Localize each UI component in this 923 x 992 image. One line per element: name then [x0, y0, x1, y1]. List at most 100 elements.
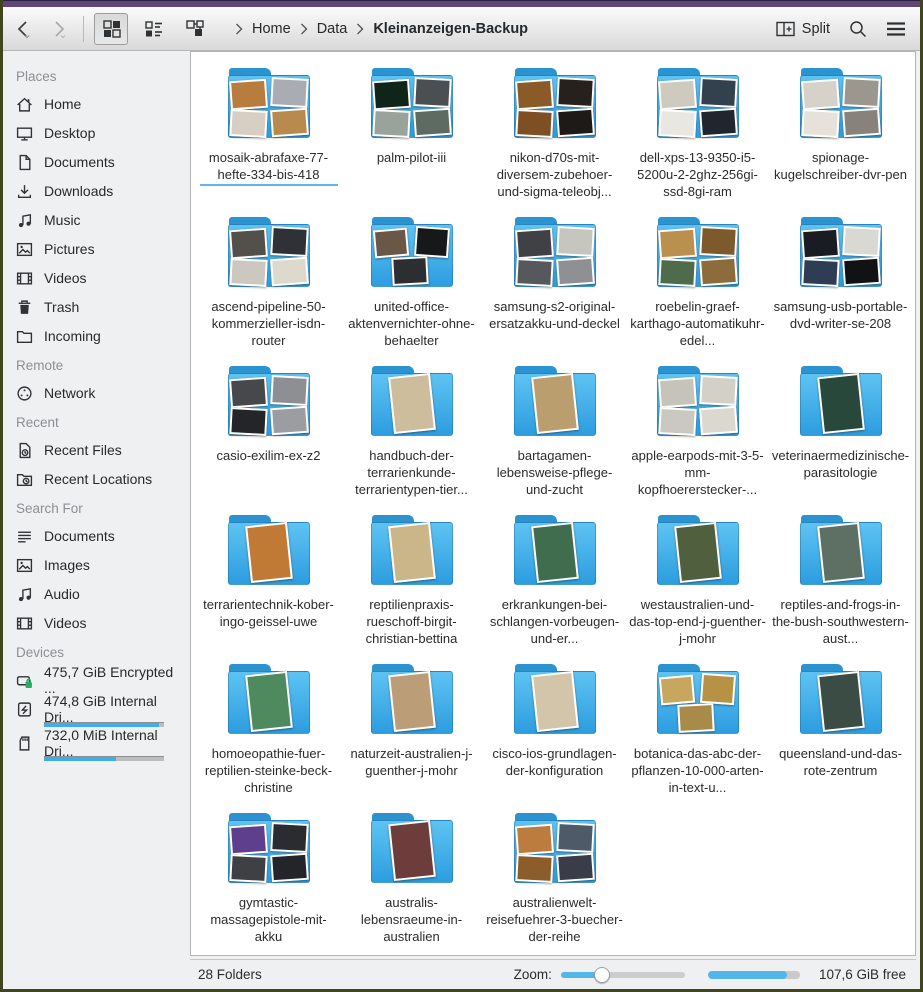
music-icon — [15, 585, 34, 604]
sidebar-item-videos[interactable]: Videos — [15, 610, 186, 636]
folder-item[interactable]: terrarientechnik-kober-ingo-geissel-uwe — [197, 512, 340, 661]
split-icon — [776, 21, 795, 37]
folder-icon — [222, 68, 316, 142]
breadcrumb-current[interactable]: Kleinanzeigen-Backup — [369, 18, 532, 40]
folder-item[interactable]: reptilienpraxis-rueschoff-birgit-christi… — [340, 512, 483, 661]
zoom-slider-handle[interactable] — [594, 967, 610, 983]
thumbnail-photo — [515, 824, 554, 856]
sidebar-item-label: Videos — [44, 615, 87, 631]
sidebar-item-music[interactable]: Music — [15, 207, 186, 233]
folder-item[interactable]: reptiles-and-frogs-in-the-bush-southwest… — [769, 512, 912, 661]
sidebar-item-label: 475,7 GiB Encrypted ... — [44, 664, 186, 696]
sidebar-item-pictures[interactable]: Pictures — [15, 236, 186, 262]
thumbnail-photo — [372, 109, 410, 138]
sidebar-item-audio[interactable]: Audio — [15, 581, 186, 607]
sidebar-item-incoming[interactable]: Incoming — [15, 323, 186, 349]
thumbnail-photo — [388, 820, 436, 881]
sidebar-item-475-7-gib-encrypted[interactable]: 475,7 GiB Encrypted ... — [15, 667, 186, 693]
forward-button[interactable] — [49, 15, 69, 43]
hamburger-menu-icon[interactable] — [886, 21, 906, 37]
thumbnail-photo — [229, 377, 268, 409]
tree-view-button[interactable] — [178, 13, 212, 45]
free-space-bar — [708, 971, 800, 979]
sidebar-item-label: Home — [44, 96, 81, 112]
sidebar-item-recent-files[interactable]: Recent Files — [15, 437, 186, 463]
encrypted-drive-icon — [15, 671, 34, 690]
folder-item[interactable]: ascend-pipeline-50-kommerzieller-isdn-ro… — [197, 214, 340, 363]
details-view-button[interactable] — [136, 13, 170, 45]
folder-icon — [15, 327, 34, 346]
folder-icon — [222, 366, 316, 440]
folder-item[interactable]: samsung-s2-original-ersatzakku-und-decke… — [483, 214, 626, 363]
folder-item[interactable]: handbuch-der-terrarienkunde-terrarientyp… — [340, 363, 483, 512]
thumbnail-photo — [372, 79, 411, 111]
thumbnail-photo — [388, 373, 436, 434]
folder-item[interactable]: australienwelt-reisefuehrer-3-buecher-de… — [483, 810, 626, 956]
sidebar-item-label: Documents — [44, 528, 115, 544]
sidebar-item-documents[interactable]: Documents — [15, 149, 186, 175]
folder-item[interactable]: dell-xps-13-9350-i5-5200u-2-2ghz-256gi-s… — [626, 65, 769, 214]
folder-item[interactable]: roebelin-graef-karthago-automatikuhr-ede… — [626, 214, 769, 363]
folder-item[interactable]: spionage-kugelschreiber-dvr-pen — [769, 65, 912, 214]
thumbnail-photo — [229, 824, 268, 856]
sidebar-item-desktop[interactable]: Desktop — [15, 120, 186, 146]
sidebar-item-documents[interactable]: Documents — [15, 523, 186, 549]
sidebar-item-network[interactable]: Network — [15, 380, 186, 406]
sidebar-item-474-8-gib-internal-dri[interactable]: 474,8 GiB Internal Dri... — [15, 696, 186, 722]
folder-item[interactable]: united-office-aktenvernichter-ohne-behae… — [340, 214, 483, 363]
folder-item[interactable]: samsung-usb-portable-dvd-writer-se-208 — [769, 214, 912, 363]
recent-file-icon — [15, 441, 34, 460]
folder-item[interactable]: gymtastic-massagepistole-mit-akku — [197, 810, 340, 956]
folder-item[interactable]: australis-lebensraeume-in-australien — [340, 810, 483, 956]
back-button[interactable] — [13, 15, 33, 43]
folder-item[interactable]: bartagamen-lebensweise-pflege-und-zucht — [483, 363, 626, 512]
folder-icon — [794, 664, 888, 738]
status-bar: 28 Folders Zoom: 107,6 GiB free — [190, 959, 916, 989]
breadcrumb-home[interactable]: Home — [248, 18, 295, 40]
folder-item[interactable]: naturzeit-australien-j-guenther-j-mohr — [340, 661, 483, 810]
thumbnail-photo — [413, 226, 449, 258]
folder-icon — [365, 813, 459, 887]
sidebar-item-images[interactable]: Images — [15, 552, 186, 578]
thumbnail-photo — [270, 853, 309, 883]
thumbnail-photo — [556, 257, 595, 287]
thumbnail-photo — [270, 822, 308, 853]
sidebar-item-videos[interactable]: Videos — [15, 265, 186, 291]
folder-item[interactable]: westaustralien-und-das-top-end-j-guenthe… — [626, 512, 769, 661]
zoom-slider[interactable] — [561, 967, 685, 983]
folder-item[interactable]: casio-exilim-ex-z2 — [197, 363, 340, 512]
folder-item[interactable]: nikon-d70s-mit-diversem-zubehoer-und-sig… — [483, 65, 626, 214]
icons-view-button[interactable] — [94, 13, 128, 45]
thumbnail-photo — [842, 77, 880, 108]
folder-item[interactable]: erkrankungen-bei-schlangen-vorbeugen-und… — [483, 512, 626, 661]
folder-item[interactable]: apple-earpods-mit-3-5-mm-kopfhoerersteck… — [626, 363, 769, 512]
folder-item[interactable]: cisco-ios-grundlagen-der-konfiguration — [483, 661, 626, 810]
sidebar-item-732-0-mib-internal-dri[interactable]: 732,0 MiB Internal Dri... — [15, 730, 186, 756]
folder-item[interactable]: veterinaermedizinische-parasitologie — [769, 363, 912, 512]
folder-item[interactable]: mosaik-abrafaxe-77-hefte-334-bis-418 — [197, 65, 340, 214]
folder-item[interactable]: botanica-das-abc-der-pflanzen-10-000-art… — [626, 661, 769, 810]
folder-item[interactable]: palm-pilot-iii — [340, 65, 483, 214]
sidebar-item-downloads[interactable]: Downloads — [15, 178, 186, 204]
folder-name: erkrankungen-bei-schlangen-vorbeugen-und… — [486, 596, 624, 647]
chevron-right-icon — [300, 23, 308, 35]
sidebar-item-trash[interactable]: Trash — [15, 294, 186, 320]
network-icon — [15, 384, 34, 403]
thumbnail-photo — [388, 671, 436, 732]
folder-item[interactable]: homoeopathie-fuer-reptilien-steinke-beck… — [197, 661, 340, 810]
folder-icon — [365, 68, 459, 142]
sidebar-item-home[interactable]: Home — [15, 91, 186, 117]
film-icon — [15, 614, 34, 633]
search-icon[interactable] — [848, 19, 868, 39]
sidebar-item-recent-locations[interactable]: Recent Locations — [15, 466, 186, 492]
breadcrumb-data[interactable]: Data — [313, 18, 352, 40]
folder-item[interactable]: queensland-und-das-rote-zentrum — [769, 661, 912, 810]
thumbnail-photo — [531, 373, 579, 434]
thumbnail-photo — [515, 228, 554, 260]
thumbnail-photo — [699, 406, 738, 436]
thumbnail-photo — [658, 79, 697, 111]
thumbnail-photo — [699, 257, 738, 287]
folder-icon — [794, 217, 888, 291]
split-button[interactable]: Split — [776, 21, 830, 37]
download-icon — [15, 182, 34, 201]
